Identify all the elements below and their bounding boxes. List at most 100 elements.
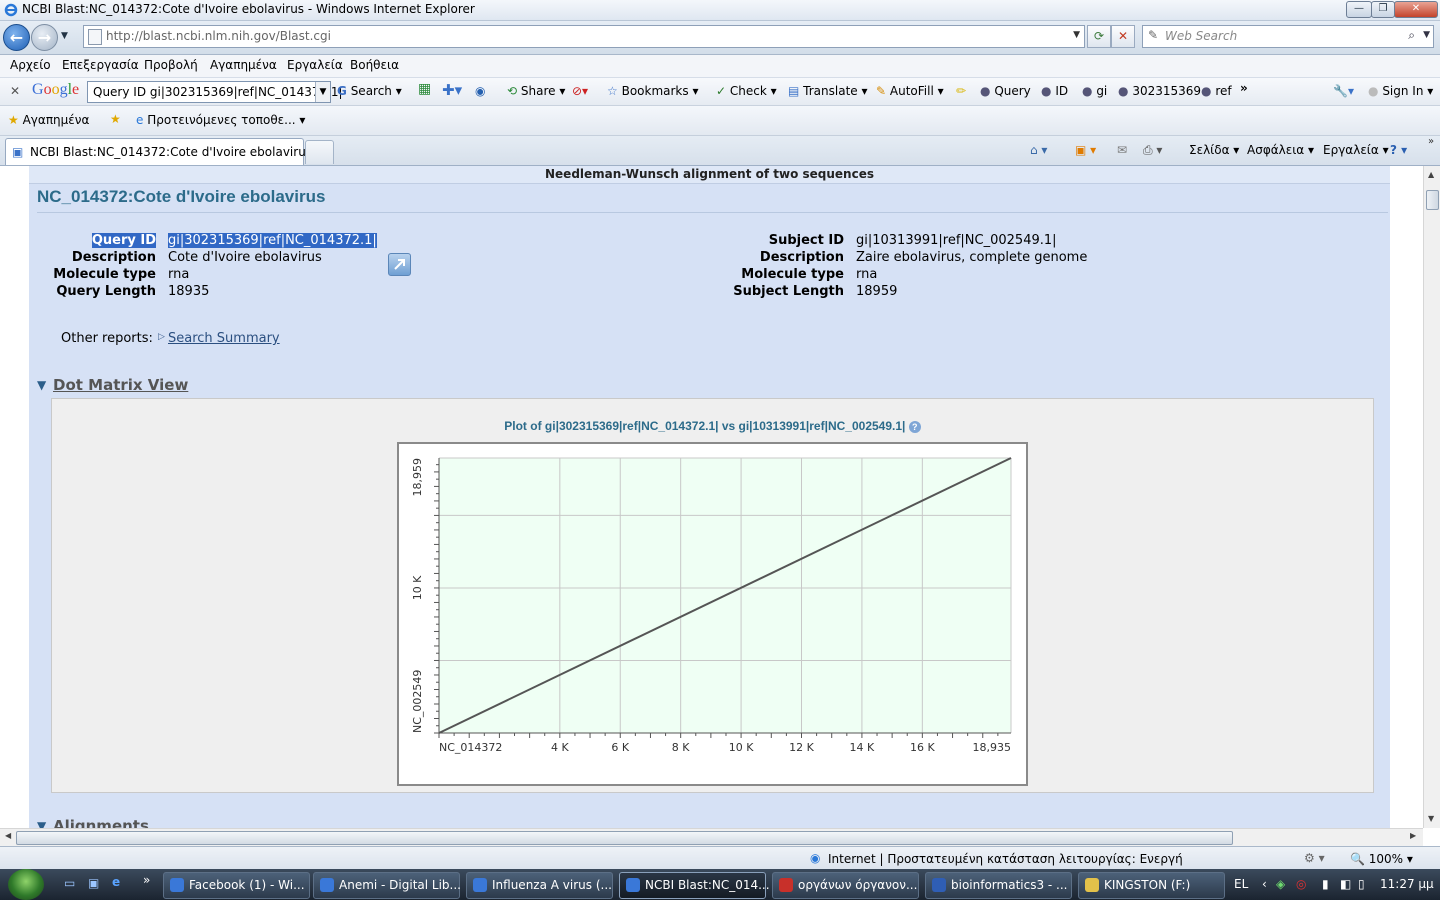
highlight-word-gi[interactable]: ● gi — [1082, 84, 1107, 98]
task-anemi[interactable]: Anemi - Digital Lib... — [313, 872, 461, 899]
menu-help[interactable]: Βοήθεια — [350, 58, 399, 72]
task-pdf[interactable]: οργάνων όργανον... — [772, 872, 919, 899]
start-button[interactable] — [8, 869, 44, 900]
task-ncbi-blast[interactable]: NCBI Blast:NC_014... — [619, 872, 770, 899]
refresh-icon: ⟳ — [1093, 29, 1105, 43]
close-toolbar-icon[interactable]: ✕ — [10, 84, 20, 98]
subject-id-value[interactable]: gi|10313991|ref|NC_002549.1| — [856, 233, 1057, 248]
menu-edit[interactable]: Επεξεργασία — [62, 58, 139, 72]
highlight-word-ref[interactable]: ● ref — [1201, 84, 1232, 98]
ie-quicklaunch-icon[interactable]: e — [112, 875, 120, 889]
suggested-sites-button[interactable]: e Προτεινόμενες τοποθε... ▾ — [136, 113, 305, 127]
volume-tray-icon[interactable]: ◧ — [1340, 877, 1351, 891]
search-summary-link[interactable]: Search Summary — [168, 331, 280, 346]
task-facebook[interactable]: Facebook (1) - Wi... — [163, 872, 310, 899]
url-dropdown-icon[interactable]: ▼ — [1073, 30, 1080, 40]
window-title-bar[interactable]: NCBI Blast:NC_014372:Cote d'Ivoire ebola… — [0, 0, 1440, 21]
collapse-triangle-icon[interactable]: ▼ — [37, 819, 46, 828]
mail-icon[interactable]: ✉ — [1117, 143, 1127, 157]
search-dropdown-icon[interactable]: ▼ — [1423, 30, 1430, 40]
scroll-right-icon[interactable]: ▶ — [1410, 831, 1416, 840]
network-tray-icon[interactable]: ◈ — [1276, 877, 1285, 891]
usb-tray-icon[interactable]: ▮ — [1322, 877, 1329, 891]
page-menu[interactable]: Σελίδα ▾ — [1189, 143, 1239, 157]
vertical-scrollbar[interactable]: ▲ ▼ — [1423, 166, 1440, 828]
globe-icon[interactable]: ◉ — [475, 84, 485, 98]
stop-button[interactable]: ✕ — [1111, 25, 1135, 48]
google-search-box[interactable]: Query ID gi|302315369|ref|NC_014372.1| ▼ — [87, 81, 343, 103]
menu-favorites[interactable]: Αγαπημένα — [210, 58, 277, 72]
horizontal-scroll-thumb[interactable] — [16, 831, 1233, 845]
clock[interactable]: 11:27 μμ — [1380, 877, 1434, 891]
autofill-button[interactable]: ✎ AutoFill ▾ — [876, 84, 944, 98]
word-icon — [932, 878, 946, 892]
search-icon[interactable]: ⌕ — [1408, 28, 1415, 43]
scroll-up-icon[interactable]: ▲ — [1428, 170, 1434, 179]
help-icon[interactable]: ? ▾ — [1390, 143, 1407, 157]
task-influenza[interactable]: Influenza A virus (... — [466, 872, 613, 899]
highlight-word-number[interactable]: ● 302315369 — [1118, 84, 1201, 98]
feeds-icon[interactable]: ▣ ▾ — [1075, 143, 1096, 157]
security-zone-text[interactable]: Internet | Προστατευμένη κατάσταση λειτο… — [828, 852, 1183, 866]
scroll-down-icon[interactable]: ▼ — [1428, 814, 1434, 823]
help-icon[interactable]: ? — [908, 420, 921, 433]
translate-button[interactable]: ▤ Translate ▾ — [788, 84, 868, 98]
highlighter-icon[interactable]: ✏ — [956, 84, 966, 98]
highlight-word-id[interactable]: ● ID — [1041, 84, 1068, 98]
more-chevron-icon[interactable]: » — [143, 873, 150, 887]
add-favorite-icon[interactable]: ★ — [110, 112, 121, 126]
close-button[interactable]: ✕ — [1394, 1, 1438, 18]
horizontal-scrollbar[interactable]: ◀ ▶ — [0, 828, 1423, 846]
history-dropdown-icon[interactable]: ▼ — [61, 31, 68, 41]
tools-menu[interactable]: Εργαλεία ▾ — [1323, 143, 1389, 157]
minimize-button[interactable]: — — [1346, 1, 1372, 18]
power-tray-icon[interactable]: ▯ — [1358, 877, 1365, 891]
tab-ncbi-blast[interactable]: ▣ NCBI Blast:NC_014372:Cote d'Ivoire ebo… — [5, 138, 312, 165]
address-input[interactable]: http://blast.ncbi.nlm.nih.gov/Blast.cgi … — [83, 25, 1085, 48]
switch-windows-icon[interactable]: ▣ — [88, 876, 99, 890]
scroll-left-icon[interactable]: ◀ — [5, 831, 11, 840]
home-icon[interactable]: ⌂ ▾ — [1030, 143, 1047, 157]
external-link-icon[interactable] — [388, 253, 411, 276]
task-word[interactable]: bioinformatics3 - ... — [925, 872, 1072, 899]
zoom-control[interactable]: 🔍 100% ▾ — [1350, 852, 1413, 866]
menu-file[interactable]: Αρχείο — [10, 58, 51, 72]
dot-matrix-view-toggle[interactable]: Dot Matrix View — [53, 376, 188, 394]
safety-menu[interactable]: Ασφάλεια ▾ — [1247, 143, 1314, 157]
maximize-button[interactable]: ❐ — [1371, 1, 1395, 18]
favorites-button[interactable]: ★ Αγαπημένα — [8, 113, 89, 127]
menu-tools[interactable]: Εργαλεία — [287, 58, 343, 72]
query-id-value[interactable]: gi|302315369|ref|NC_014372.1| — [168, 233, 377, 248]
x-axis-label: NC_014372 — [439, 741, 502, 754]
news-icon[interactable]: ▦ — [418, 81, 431, 97]
new-tab-button[interactable] — [305, 140, 334, 164]
blocked-popups-icon[interactable]: ⊘▾ — [572, 84, 588, 98]
menu-view[interactable]: Προβολή — [144, 58, 198, 72]
google-search-button[interactable]: G Search ▾ — [337, 84, 402, 98]
plus-icon[interactable]: ✚▾ — [442, 81, 462, 99]
share-button[interactable]: ⟲ Share ▾ — [507, 84, 565, 98]
print-icon[interactable]: ⎙ ▾ — [1143, 143, 1162, 158]
forward-button[interactable]: → — [31, 24, 58, 51]
tray-expand-icon[interactable]: ‹ — [1262, 877, 1267, 891]
google-search-dropdown-icon[interactable]: ▼ — [315, 82, 330, 102]
more-chevron-icon[interactable]: » — [1428, 136, 1434, 147]
more-chevron-icon[interactable]: » — [1240, 81, 1248, 95]
collapse-triangle-icon[interactable]: ▼ — [37, 378, 46, 392]
popup-blocker-icon[interactable]: ⚙ ▾ — [1304, 851, 1325, 865]
back-button[interactable]: ← — [3, 24, 30, 51]
web-search-input[interactable]: ✎ Web Search ⌕ ▼ — [1142, 25, 1434, 48]
language-indicator[interactable]: EL — [1234, 877, 1248, 891]
alignments-toggle[interactable]: Alignments — [53, 817, 149, 828]
opera-tray-icon[interactable]: ◎ — [1296, 877, 1306, 891]
menu-bar: Αρχείο Επεξεργασία Προβολή Αγαπημένα Εργ… — [0, 55, 1440, 78]
vertical-scroll-thumb[interactable] — [1426, 190, 1439, 210]
wrench-icon[interactable]: 🔧▾ — [1333, 84, 1354, 98]
check-button[interactable]: ✓ Check ▾ — [716, 84, 777, 98]
task-kingston[interactable]: KINGSTON (F:) — [1078, 872, 1225, 899]
sign-in-button[interactable]: ● Sign In ▾ — [1368, 84, 1433, 98]
refresh-button[interactable]: ⟳ — [1087, 25, 1111, 48]
bookmarks-button[interactable]: ☆ Bookmarks ▾ — [607, 84, 698, 98]
show-desktop-icon[interactable]: ▭ — [64, 876, 75, 890]
highlight-word-query[interactable]: ● Query — [980, 84, 1031, 98]
